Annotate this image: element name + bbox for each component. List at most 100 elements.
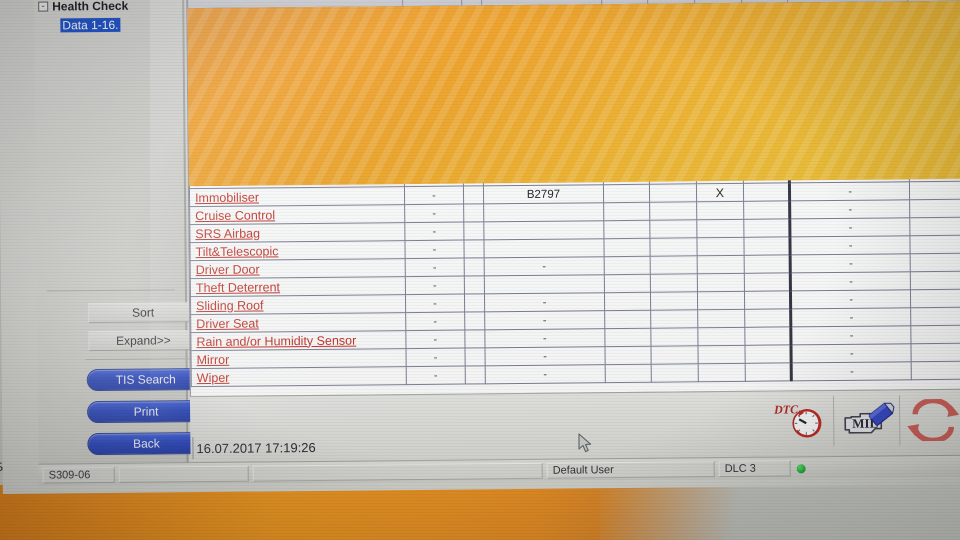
cell-monitor-status[interactable]: - [405,276,465,295]
cell-dtc[interactable]: C1762 [483,148,604,168]
cell-pend[interactable] [651,327,699,347]
cell-hist[interactable] [697,309,745,328]
tree-root-row[interactable]: - Health Check [38,0,182,15]
cell-system[interactable]: Mirror [191,348,407,369]
cell-calibration[interactable] [789,145,910,165]
cell-dtc[interactable]: - [484,256,605,276]
freeze-frame-icon[interactable]: ❀ [467,115,478,129]
cell-test-failed[interactable] [744,362,792,382]
cell-curr-conf[interactable]: X [603,166,650,185]
cell-monitor-status[interactable]: - [403,42,463,133]
cell-curr-conf[interactable]: X [601,40,649,59]
cell-curr-conf[interactable] [604,292,652,311]
cell-hist[interactable] [695,129,743,148]
cell-test-failed[interactable] [741,2,789,22]
cell-update[interactable] [909,181,960,200]
cell-hist[interactable] [697,291,745,310]
cell-pend[interactable] [648,75,696,95]
cell-pend[interactable] [651,309,698,329]
cell-hist[interactable] [696,219,744,238]
cell-update[interactable] [909,235,960,254]
cell-curr-conf[interactable]: X [601,4,649,23]
cell-monitor-status[interactable]: - [404,204,464,223]
cell-dtc[interactable]: B2799 [481,4,602,24]
cell-dtc[interactable] [483,202,604,222]
tis-search-button[interactable]: TIS Search [86,368,205,392]
cell-calibration[interactable]: - [791,361,912,381]
cell-calibration[interactable]: - [789,127,910,147]
cell-hist[interactable] [698,363,746,382]
cell-pend[interactable] [650,201,697,221]
cell-calibration[interactable]: - [789,163,910,183]
cell-monitor-status[interactable]: - [404,222,464,241]
cell-test-failed[interactable] [742,74,789,94]
cell-system[interactable]: Sliding Roof [190,294,406,315]
cell-system[interactable]: Cruise Control [189,204,405,225]
cell-curr-conf[interactable] [604,346,652,365]
cell-calibration[interactable] [788,55,909,75]
cell-pend[interactable] [649,147,697,167]
cell-update[interactable] [911,361,960,380]
cell-calibration[interactable]: - [791,325,911,345]
cell-pend[interactable] [650,237,698,257]
sort-button[interactable]: Sort [88,302,199,324]
cell-dtc[interactable] [481,22,602,42]
cell-test-failed[interactable] [741,56,789,76]
cell-calibration[interactable]: 56020000 [788,19,909,39]
cell-freeze-frame[interactable]: ❀ [463,167,484,187]
cell-calibration[interactable] [788,73,909,93]
cell-calibration[interactable]: - [789,199,910,219]
cell-test-failed[interactable] [743,254,791,274]
cell-update[interactable] [910,307,960,326]
cell-test-failed[interactable] [742,92,790,112]
cell-test-failed[interactable] [742,110,790,130]
print-button[interactable]: Print [86,400,206,424]
cell-hist[interactable] [695,39,742,58]
cell-update[interactable] [908,55,960,74]
cell-hist[interactable] [698,345,745,364]
cell-hist[interactable] [695,111,743,130]
cell-pend[interactable] [650,255,698,275]
cell-system[interactable]: AHC [188,132,405,171]
cell-test-failed[interactable] [742,146,790,166]
cell-update[interactable] [909,145,960,164]
cell-dtc[interactable]: C1751 [483,130,603,150]
cell-hist[interactable] [696,147,743,166]
cell-calibration[interactable]: - [789,181,910,201]
cell-calibration[interactable]: - [790,289,911,309]
cell-monitor-status[interactable]: - [406,348,465,367]
cell-curr-conf[interactable] [604,274,651,293]
cell-dtc[interactable]: C1224 [482,58,603,78]
cell-pend[interactable] [649,111,696,131]
cell-update[interactable] [910,289,960,308]
cell-dtc[interactable]: - [484,328,605,348]
cell-curr-conf[interactable] [604,328,652,347]
back-button[interactable]: Back [87,432,206,456]
cell-pend[interactable] [650,291,698,311]
cell-curr-conf[interactable]: X [602,112,650,131]
cell-pend[interactable] [650,273,698,293]
cell-dtc[interactable]: C1561 [483,166,604,186]
cell-curr-conf[interactable]: X [602,130,650,149]
cell-monitor-status[interactable]: - [404,186,464,205]
cell-dtc[interactable]: C1289 [482,94,603,114]
cell-update[interactable] [908,127,960,146]
tree-child-row[interactable]: Data 1-16. [60,15,182,34]
cell-monitor-status[interactable]: - [405,312,465,331]
cell-monitor-status[interactable]: - [404,168,464,187]
cell-dtc[interactable]: - [484,292,605,312]
cell-calibration[interactable]: - [790,271,911,291]
expand-button[interactable]: Expand>> [88,330,199,352]
cell-test-failed[interactable] [743,272,791,292]
cell-update[interactable] [909,163,960,182]
cell-test-failed[interactable] [744,290,791,310]
cell-hist[interactable] [694,21,742,40]
cell-curr-conf[interactable]: X [602,58,649,77]
cell-test-failed[interactable] [742,164,790,184]
cell-curr-conf[interactable]: X [602,94,650,113]
cell-calibration[interactable]: - [790,253,911,273]
cell-update[interactable] [910,253,960,272]
cell-test-failed[interactable] [741,38,789,58]
cell-test-failed[interactable] [743,200,791,220]
cell-pend[interactable] [648,3,695,23]
